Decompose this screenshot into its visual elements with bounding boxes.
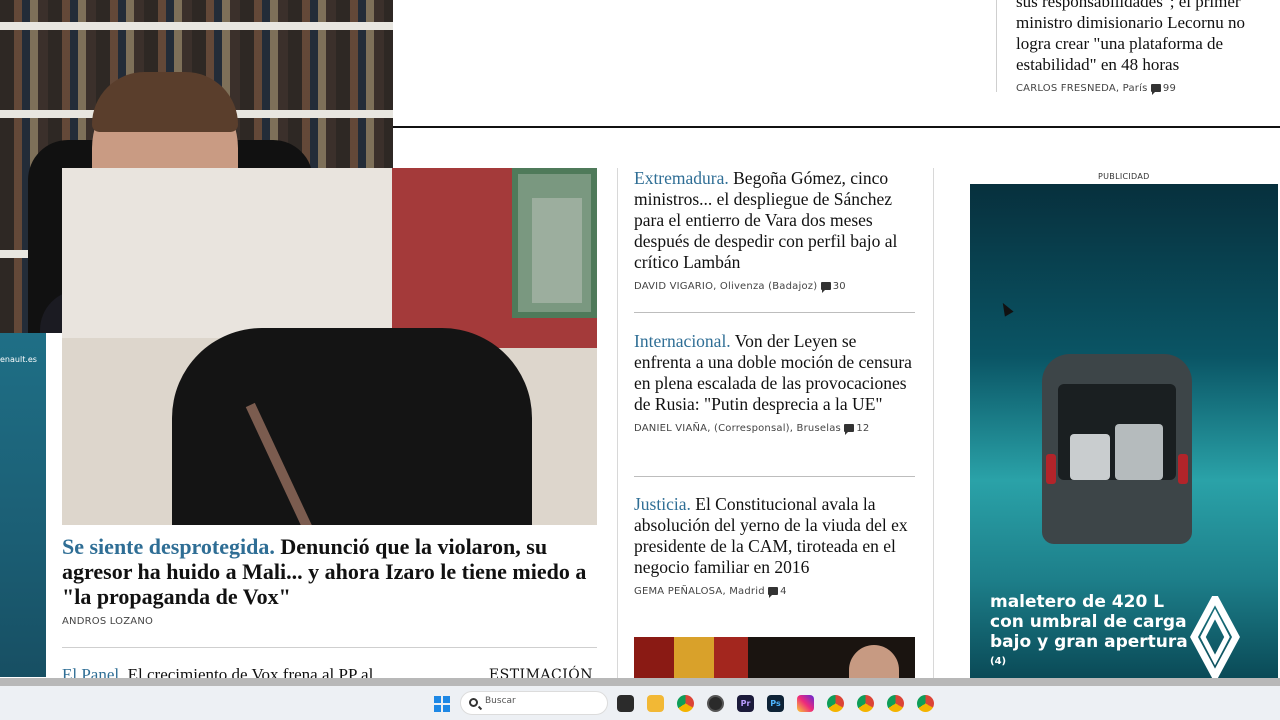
renault-ad[interactable]: maletero de 420 L con umbral de carga ba… xyxy=(970,184,1278,678)
main-article-byline: ANDROS LOZANO xyxy=(62,616,153,627)
comment-icon[interactable] xyxy=(820,282,831,293)
panel-article[interactable]: El Panel. El crecimiento de Vox frena al… xyxy=(62,664,597,678)
panel-headline[interactable]: El crecimiento de Vox frena al PP al xyxy=(123,665,374,678)
story-extremadura[interactable]: Extremadura. Begoña Gómez, cinco ministr… xyxy=(634,168,916,293)
search-icon xyxy=(469,698,478,707)
story-byline: DAVID VIGARIO, Olivenza (Badajoz) 30 xyxy=(634,281,916,293)
story-headline[interactable]: Justicia. El Constitucional avala la abs… xyxy=(634,494,916,578)
ad-text: maletero de 420 L con umbral de carga ba… xyxy=(990,592,1190,676)
chrome-profile-2-icon[interactable] xyxy=(857,695,874,712)
chrome-profile-1-icon[interactable] xyxy=(827,695,844,712)
taskbar-edge xyxy=(0,678,1280,686)
ad-car-taillight xyxy=(1046,454,1056,484)
main-article-divider xyxy=(62,647,597,648)
ad-label: PUBLICIDAD xyxy=(1098,172,1150,181)
top-article-byline: CARLOS FRESNEDA, París 99 xyxy=(1016,83,1280,95)
left-ad-sliver[interactable] xyxy=(0,333,46,677)
comment-icon[interactable] xyxy=(768,587,779,598)
main-article-headline[interactable]: Se siente desprotegida. Denunció que la … xyxy=(62,534,597,609)
comment-icon[interactable] xyxy=(844,424,855,435)
photoshop-icon[interactable]: Ps xyxy=(767,695,784,712)
panel-kicker[interactable]: El Panel. xyxy=(62,665,123,678)
instagram-icon[interactable] xyxy=(797,695,814,712)
story-kicker[interactable]: Internacional. xyxy=(634,331,731,351)
story-kicker[interactable]: Extremadura. xyxy=(634,168,729,188)
chrome-icon[interactable] xyxy=(677,695,694,712)
byline-author[interactable]: GEMA PEÑALOSA xyxy=(634,586,722,597)
byline-location: , (Corresponsal), Bruselas xyxy=(707,423,841,434)
photo-flag xyxy=(634,637,674,678)
story-kicker[interactable]: Justicia. xyxy=(634,494,691,514)
taskbar-search-placeholder: Buscar xyxy=(485,696,516,706)
story-divider xyxy=(634,476,915,477)
comment-count[interactable]: 99 xyxy=(1163,83,1176,94)
main-article-photo[interactable] xyxy=(62,168,597,525)
story-justicia[interactable]: Justicia. El Constitucional avala la abs… xyxy=(634,494,916,598)
comment-count[interactable]: 30 xyxy=(833,281,846,292)
photo-window-pane xyxy=(532,198,582,303)
chrome-profile-3-icon[interactable] xyxy=(887,695,904,712)
top-article-headline[interactable]: sus responsabilidades"; el primer minist… xyxy=(1016,0,1280,75)
story-byline: DANIEL VIAÑA, (Corresponsal), Bruselas 1… xyxy=(634,423,916,435)
top-article[interactable]: sus responsabilidades"; el primer minist… xyxy=(996,0,1280,95)
windows-taskbar: Buscar Pr Ps xyxy=(0,686,1280,720)
ad-footnote: (4) xyxy=(990,656,1007,667)
windows-start-icon[interactable] xyxy=(434,696,450,712)
story-photo[interactable] xyxy=(634,637,915,678)
file-manager-icon[interactable] xyxy=(617,695,634,712)
presenter-hair xyxy=(92,72,238,132)
story-headline[interactable]: Internacional. Von der Leyen se enfrenta… xyxy=(634,331,916,415)
photo-flag xyxy=(714,637,748,678)
taskbar-search[interactable]: Buscar xyxy=(460,691,608,715)
ad-luggage xyxy=(1070,434,1110,480)
byline-author[interactable]: DAVID VIGARIO xyxy=(634,281,713,292)
comment-count[interactable]: 4 xyxy=(780,586,787,597)
comment-icon[interactable] xyxy=(1150,84,1161,95)
estimacion-tag: ESTIMACIÓN xyxy=(488,667,593,678)
photo-flag xyxy=(674,637,714,678)
renault-logo-icon xyxy=(1190,596,1240,678)
story-divider xyxy=(634,312,915,313)
byline-location: , París xyxy=(1115,83,1148,94)
photo-person xyxy=(849,645,899,678)
byline-author[interactable]: ANDROS LOZANO xyxy=(62,616,153,627)
premiere-icon[interactable]: Pr xyxy=(737,695,754,712)
column-divider xyxy=(933,168,934,678)
ad-luggage xyxy=(1115,424,1163,480)
story-internacional[interactable]: Internacional. Von der Leyen se enfrenta… xyxy=(634,331,916,435)
byline-author[interactable]: CARLOS FRESNEDA xyxy=(1016,83,1116,94)
story-headline[interactable]: Extremadura. Begoña Gómez, cinco ministr… xyxy=(634,168,916,273)
story-byline: GEMA PEÑALOSA, Madrid 4 xyxy=(634,586,916,598)
comment-count[interactable]: 12 xyxy=(856,423,869,434)
byline-location: , Olivenza (Badajoz) xyxy=(713,281,818,292)
byline-location: , Madrid xyxy=(722,586,765,597)
column-divider xyxy=(617,168,618,678)
photo-person xyxy=(172,328,532,525)
folder-icon[interactable] xyxy=(647,695,664,712)
obs-icon[interactable] xyxy=(707,695,724,712)
shelf xyxy=(0,22,393,30)
byline-author[interactable]: DANIEL VIAÑA xyxy=(634,423,707,434)
section-divider xyxy=(393,126,1280,128)
ad-car-taillight xyxy=(1178,454,1188,484)
chrome-profile-4-icon[interactable] xyxy=(917,695,934,712)
ad-text-body: maletero de 420 L con umbral de carga ba… xyxy=(990,592,1188,652)
left-ad-label[interactable]: enault.es xyxy=(0,355,37,364)
main-article-kicker[interactable]: Se siente desprotegida. xyxy=(62,534,275,559)
